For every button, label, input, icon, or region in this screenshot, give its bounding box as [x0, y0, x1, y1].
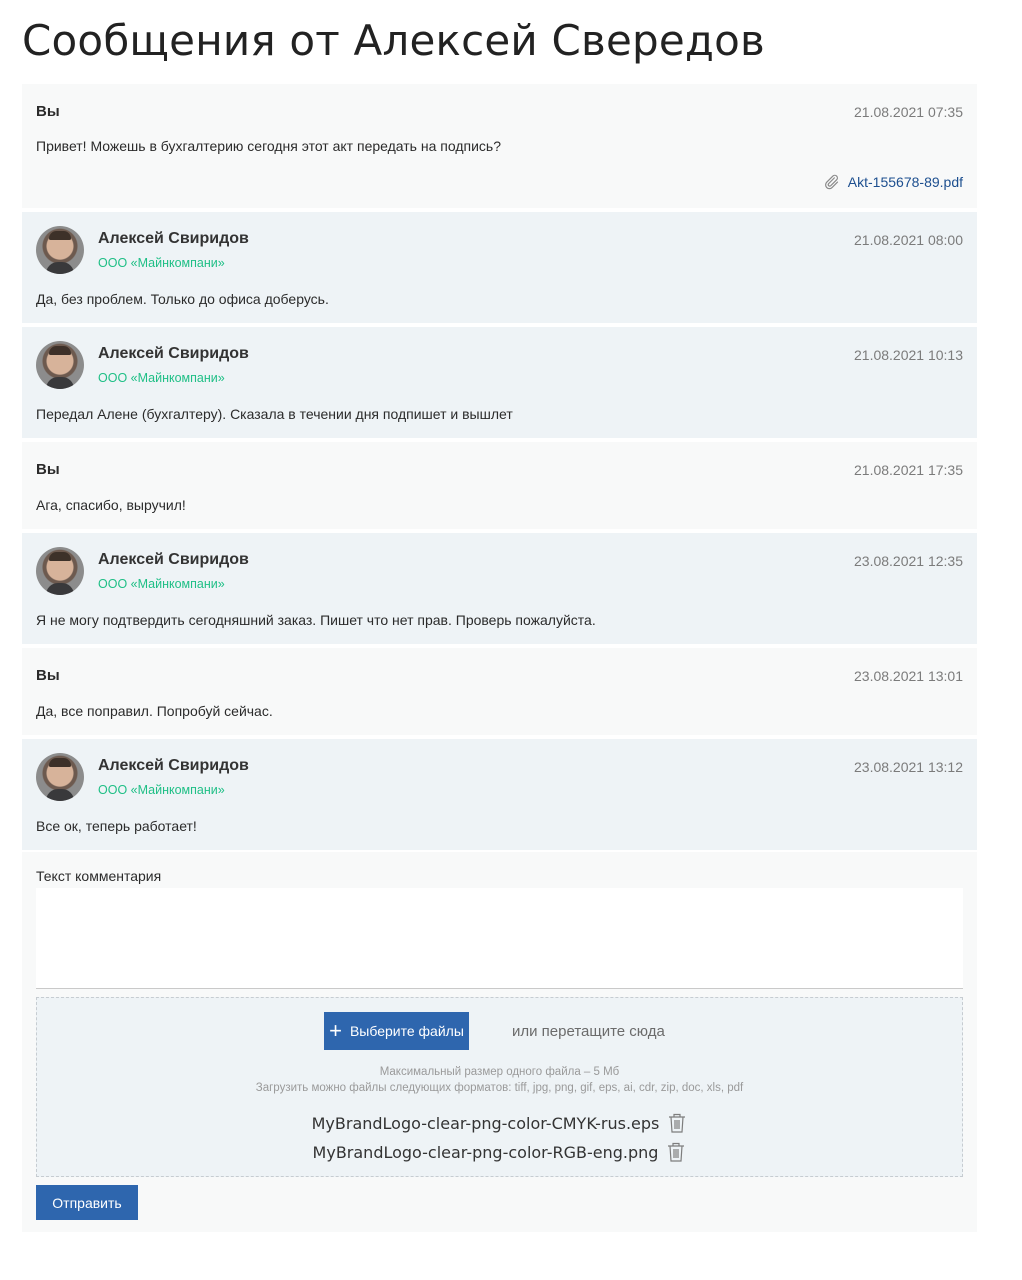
- message-date: 21.08.2021 17:35: [854, 462, 963, 478]
- message-attachment[interactable]: Akt-155678-89.pdf: [822, 173, 963, 191]
- message-author: Алексей Свиридов: [98, 230, 249, 247]
- message-item: Вы 21.08.2021 07:35 Привет! Можешь в бух…: [22, 84, 977, 208]
- file-name: MyBrandLogo-clear-png-color-RGB-eng.png: [312, 1142, 659, 1162]
- message-text: Привет! Можешь в бухгалтерию сегодня это…: [36, 138, 501, 154]
- avatar: [36, 341, 84, 389]
- message-date: 23.08.2021 13:01: [854, 668, 963, 684]
- message-text: Я не могу подтвердить сегодняшний заказ.…: [36, 612, 596, 628]
- message-item: Вы 21.08.2021 17:35 Ага, спасибо, выручи…: [22, 442, 977, 529]
- uploaded-file: MyBrandLogo-clear-png-color-RGB-eng.png: [37, 1141, 962, 1163]
- message-company: ООО «Майнкомпани»: [98, 256, 225, 270]
- comment-label: Текст комментария: [36, 868, 162, 884]
- file-name: MyBrandLogo-clear-png-color-CMYK-rus.eps: [311, 1113, 660, 1133]
- message-date: 21.08.2021 10:13: [854, 347, 963, 363]
- avatar: [36, 753, 84, 801]
- file-dropzone[interactable]: + Выберите файлы или перетащите сюда Мак…: [36, 997, 963, 1177]
- comment-form: Текст комментария + Выберите файлы или п…: [22, 852, 977, 1232]
- trash-icon[interactable]: [667, 1112, 687, 1134]
- max-size-hint: Максимальный размер одного файла – 5 Мб: [379, 1066, 620, 1078]
- message-author: Алексей Свиридов: [98, 757, 249, 774]
- message-date: 21.08.2021 07:35: [854, 104, 963, 120]
- choose-files-label: Выберите файлы: [349, 1023, 464, 1039]
- message-item: Вы 23.08.2021 13:01 Да, все поправил. По…: [22, 648, 977, 735]
- plus-icon: +: [329, 1018, 342, 1043]
- uploaded-file: MyBrandLogo-clear-png-color-CMYK-rus.eps: [37, 1112, 962, 1134]
- trash-icon[interactable]: [666, 1141, 686, 1163]
- paperclip-icon: [822, 173, 840, 191]
- send-button[interactable]: Отправить: [36, 1185, 138, 1220]
- message-text: Все ок, теперь работает!: [36, 818, 197, 834]
- message-item: Алексей Свиридов ООО «Майнкомпани» 21.08…: [22, 212, 977, 323]
- message-item: Алексей Свиридов ООО «Майнкомпани» 21.08…: [22, 327, 977, 438]
- avatar: [36, 226, 84, 274]
- message-author: Алексей Свиридов: [98, 345, 249, 362]
- message-thread: Вы 21.08.2021 07:35 Привет! Можешь в бух…: [22, 84, 977, 854]
- comment-textarea[interactable]: [36, 888, 963, 989]
- message-item: Алексей Свиридов ООО «Майнкомпани» 23.08…: [22, 739, 977, 850]
- message-company: ООО «Майнкомпани»: [98, 577, 225, 591]
- message-date: 23.08.2021 12:35: [854, 553, 963, 569]
- choose-files-button[interactable]: + Выберите файлы: [324, 1012, 469, 1050]
- message-company: ООО «Майнкомпани»: [98, 371, 225, 385]
- message-author: Вы: [36, 103, 60, 120]
- message-text: Ага, спасибо, выручил!: [36, 497, 186, 513]
- message-text: Да, без проблем. Только до офиса доберус…: [36, 291, 329, 307]
- message-item: Алексей Свиридов ООО «Майнкомпани» 23.08…: [22, 533, 977, 644]
- formats-hint: Загрузить можно файлы следующих форматов…: [255, 1082, 744, 1094]
- message-company: ООО «Майнкомпани»: [98, 783, 225, 797]
- attachment-link[interactable]: Akt-155678-89.pdf: [848, 174, 963, 190]
- message-text: Передал Алене (бухгалтеру). Сказала в те…: [36, 406, 513, 422]
- message-date: 23.08.2021 13:12: [854, 759, 963, 775]
- message-text: Да, все поправил. Попробуй сейчас.: [36, 703, 273, 719]
- avatar: [36, 547, 84, 595]
- message-author: Вы: [36, 667, 60, 684]
- message-author: Алексей Свиридов: [98, 551, 249, 568]
- message-author: Вы: [36, 461, 60, 478]
- message-date: 21.08.2021 08:00: [854, 232, 963, 248]
- page-title: Сообщения от Алексей Свередов: [22, 16, 765, 65]
- drag-hint: или перетащите сюда: [512, 1023, 665, 1040]
